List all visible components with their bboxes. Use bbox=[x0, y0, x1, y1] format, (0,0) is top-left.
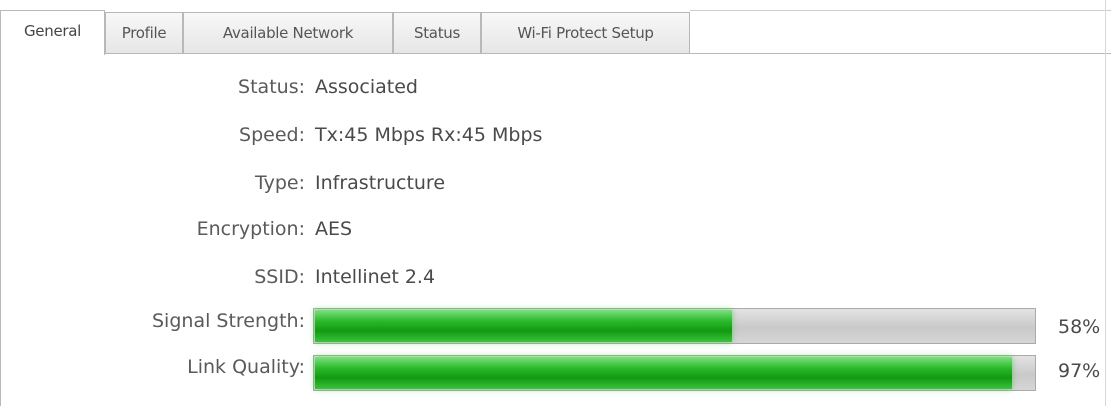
panel-border-left bbox=[0, 53, 1, 406]
encryption-label: Encryption: bbox=[196, 218, 305, 240]
status-label: Status: bbox=[238, 76, 305, 98]
panel-border-right bbox=[1105, 0, 1106, 406]
link-quality-bar-fill bbox=[315, 357, 1012, 389]
tab-wifi-protect-setup[interactable]: Wi-Fi Protect Setup bbox=[481, 12, 690, 53]
type-label: Type: bbox=[254, 172, 305, 194]
link-quality-label: Link Quality: bbox=[187, 356, 305, 378]
type-value: Infrastructure bbox=[315, 172, 446, 194]
ssid-value: Intellinet 2.4 bbox=[315, 266, 436, 288]
tab-general[interactable]: General bbox=[0, 10, 105, 55]
tab-strip: General Profile Available Network Status… bbox=[0, 10, 1111, 55]
tab-profile[interactable]: Profile bbox=[105, 12, 183, 53]
signal-strength-label: Signal Strength: bbox=[152, 310, 305, 332]
ssid-label: SSID: bbox=[254, 266, 305, 288]
tab-strip-baseline bbox=[0, 53, 1111, 54]
tab-strip-top-edge bbox=[690, 10, 1111, 11]
signal-strength-percent: 58% bbox=[1058, 316, 1101, 338]
status-value: Associated bbox=[315, 76, 418, 98]
signal-strength-bar-fill bbox=[315, 310, 732, 342]
tab-status[interactable]: Status bbox=[393, 12, 481, 53]
speed-label: Speed: bbox=[239, 124, 305, 146]
signal-strength-bar bbox=[313, 308, 1036, 344]
encryption-value: AES bbox=[315, 218, 353, 240]
tab-available-network[interactable]: Available Network bbox=[183, 12, 393, 53]
speed-value: Tx:45 Mbps Rx:45 Mbps bbox=[315, 124, 543, 146]
link-quality-percent: 97% bbox=[1058, 360, 1101, 382]
wireless-utility-window: General Profile Available Network Status… bbox=[0, 0, 1111, 406]
link-quality-bar bbox=[313, 355, 1036, 391]
